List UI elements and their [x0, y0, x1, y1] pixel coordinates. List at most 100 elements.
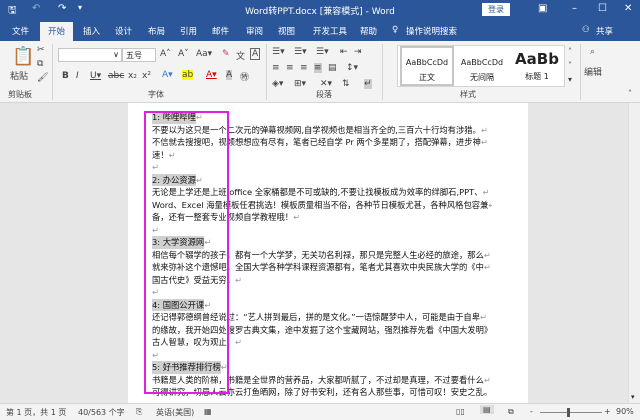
- read-mode-icon[interactable]: ▯▯: [456, 407, 465, 416]
- ribbon-display-icon[interactable]: ▣: [538, 3, 547, 14]
- justify-icon[interactable]: ≡: [314, 63, 322, 73]
- title-bar: 🖫 ↶ ↷ ▾ Word转PPT.docx [兼容模式] - Word 登录 ▣…: [0, 0, 640, 20]
- underline-icon[interactable]: U▾: [90, 71, 101, 81]
- change-case-icon[interactable]: Aa▾: [196, 49, 212, 59]
- cut-icon[interactable]: ✂: [37, 45, 45, 55]
- phonetic-icon[interactable]: 文: [236, 49, 245, 62]
- text-effects-icon[interactable]: A▾: [162, 70, 173, 80]
- collapse-ribbon-icon[interactable]: ˄: [628, 89, 632, 98]
- zoom-level[interactable]: 90%: [616, 407, 634, 416]
- style-no-spacing[interactable]: AaBbCcDd 无间隔: [455, 46, 509, 86]
- page-count[interactable]: 第 1 页，共 1 页: [6, 407, 66, 418]
- format-painter-icon[interactable]: 🖌: [37, 73, 48, 83]
- close-icon[interactable]: ✕: [624, 3, 632, 14]
- show-marks-icon[interactable]: ↵: [364, 79, 372, 89]
- tab-references[interactable]: 引用: [180, 25, 197, 37]
- zoom-out-icon[interactable]: -: [530, 407, 533, 416]
- tab-layout[interactable]: 布局: [148, 25, 165, 37]
- sort-icon[interactable]: ⇅: [342, 79, 350, 89]
- tab-file[interactable]: 文件: [12, 25, 29, 37]
- login-button[interactable]: 登录: [482, 3, 510, 16]
- paragraph-mark-icon: ↵: [293, 212, 301, 222]
- font-group-label: 字体: [148, 90, 164, 99]
- distributed-icon[interactable]: ▤: [328, 63, 337, 73]
- paste-button[interactable]: 粘贴: [10, 69, 28, 82]
- char-border-icon[interactable]: A: [250, 48, 261, 60]
- strikethrough-icon[interactable]: abc: [108, 71, 124, 81]
- increase-indent-icon[interactable]: ⇥: [354, 47, 362, 57]
- font-size-combo[interactable]: 五号: [122, 48, 156, 62]
- tab-mailings[interactable]: 邮件: [212, 25, 229, 37]
- numbering-icon[interactable]: ☰▾: [294, 47, 307, 57]
- find-icon[interactable]: ⌕: [590, 47, 595, 57]
- align-left-icon[interactable]: ≡: [272, 63, 280, 73]
- maximize-icon[interactable]: ☐: [598, 3, 607, 14]
- font-color-icon[interactable]: A▾: [206, 70, 217, 80]
- borders-icon[interactable]: ⊞▾: [294, 79, 306, 89]
- lightbulb-icon: ♀: [392, 25, 399, 35]
- style-preview: AaBbCcDd: [460, 58, 504, 67]
- multilevel-list-icon[interactable]: ☰▾: [316, 47, 329, 57]
- tab-view[interactable]: 视图: [278, 25, 295, 37]
- align-right-icon[interactable]: ≡: [300, 63, 308, 73]
- editing-button[interactable]: 编辑: [584, 65, 602, 78]
- grow-font-icon[interactable]: A˄: [160, 49, 171, 59]
- paragraph-mark-icon: ↵: [234, 274, 242, 285]
- styles-more-icon[interactable]: ▾: [568, 75, 572, 84]
- tab-home[interactable]: 开始: [40, 22, 74, 41]
- style-name: 正文: [419, 73, 435, 82]
- bullets-icon[interactable]: ☰▾: [272, 47, 285, 57]
- zoom-in-icon[interactable]: +: [604, 407, 611, 416]
- style-heading-1[interactable]: AaBb 标题 1: [510, 46, 564, 86]
- selection-rectangle: [144, 111, 229, 394]
- ribbon: 📋 粘贴 ✂ ⧉ 🖌 剪贴板 ∨ 五号 A˄ A˅ Aa▾ ✎ 文 A B I …: [0, 41, 640, 103]
- styles-scroll-down-icon[interactable]: ˅: [568, 61, 572, 70]
- shading-icon[interactable]: ◈▾: [272, 79, 283, 89]
- enclose-char-icon[interactable]: ㊕: [240, 70, 249, 83]
- zoom-slider[interactable]: [540, 412, 602, 413]
- superscript-icon[interactable]: x²: [142, 71, 151, 81]
- paragraph-mark-icon: ↵: [483, 249, 491, 260]
- print-layout-icon[interactable]: ▤: [480, 405, 494, 414]
- share-button[interactable]: 共享: [596, 25, 613, 37]
- decrease-indent-icon[interactable]: ⇤: [340, 47, 348, 57]
- vertical-scrollbar[interactable]: ▾: [628, 103, 640, 403]
- word-count[interactable]: 40/563 个字: [78, 407, 125, 418]
- shrink-font-icon[interactable]: A˅: [178, 49, 189, 59]
- paragraph-mark-icon: ↵: [483, 374, 491, 385]
- tell-me-search[interactable]: 操作说明搜索: [406, 25, 457, 37]
- proofing-icon[interactable]: ⎘: [136, 407, 142, 417]
- person-icon: ⚇: [582, 25, 590, 35]
- zoom-slider-thumb[interactable]: [567, 408, 570, 417]
- tab-review[interactable]: 审阅: [246, 25, 263, 37]
- char-shading-icon[interactable]: A: [226, 70, 233, 80]
- subscript-icon[interactable]: x₂: [128, 71, 137, 81]
- minimize-icon[interactable]: –: [572, 3, 577, 14]
- style-name: 标题 1: [525, 72, 549, 81]
- tab-insert[interactable]: 插入: [83, 25, 100, 37]
- font-name-combo[interactable]: ∨: [58, 48, 122, 62]
- line-spacing-icon[interactable]: ↕▾: [346, 63, 358, 73]
- tab-help[interactable]: 帮助: [360, 25, 377, 37]
- style-normal[interactable]: AaBbCcDd 正文: [400, 46, 454, 86]
- copy-icon[interactable]: ⧉: [37, 59, 43, 69]
- clipboard-group-label: 剪贴板: [8, 90, 32, 99]
- paste-icon[interactable]: 📋: [12, 46, 34, 67]
- chinese-layout-icon[interactable]: ✕▾: [320, 79, 332, 89]
- web-layout-icon[interactable]: ⧉: [508, 407, 514, 417]
- styles-scroll-up-icon[interactable]: ˄: [568, 47, 572, 56]
- macro-icon[interactable]: ▦: [204, 407, 212, 416]
- styles-gallery: AaBbCcDd 正文 AaBbCcDd 无间隔 AaBb 标题 1: [397, 45, 565, 87]
- italic-icon[interactable]: I: [76, 71, 79, 81]
- tab-developer[interactable]: 开发工具: [313, 25, 347, 37]
- paragraph-mark-icon: ↵: [482, 187, 490, 197]
- highlight-icon[interactable]: ab: [182, 70, 194, 80]
- bold-icon[interactable]: B: [62, 71, 69, 81]
- language[interactable]: 英语(美国): [156, 407, 194, 418]
- clear-format-icon[interactable]: ✎: [222, 49, 230, 59]
- paragraph-mark-icon: ↵: [234, 337, 242, 347]
- paragraph-mark-icon: ↵: [483, 262, 491, 272]
- scroll-down-icon[interactable]: ▾: [631, 393, 635, 401]
- tab-design[interactable]: 设计: [115, 25, 132, 37]
- align-center-icon[interactable]: ≡: [286, 63, 294, 73]
